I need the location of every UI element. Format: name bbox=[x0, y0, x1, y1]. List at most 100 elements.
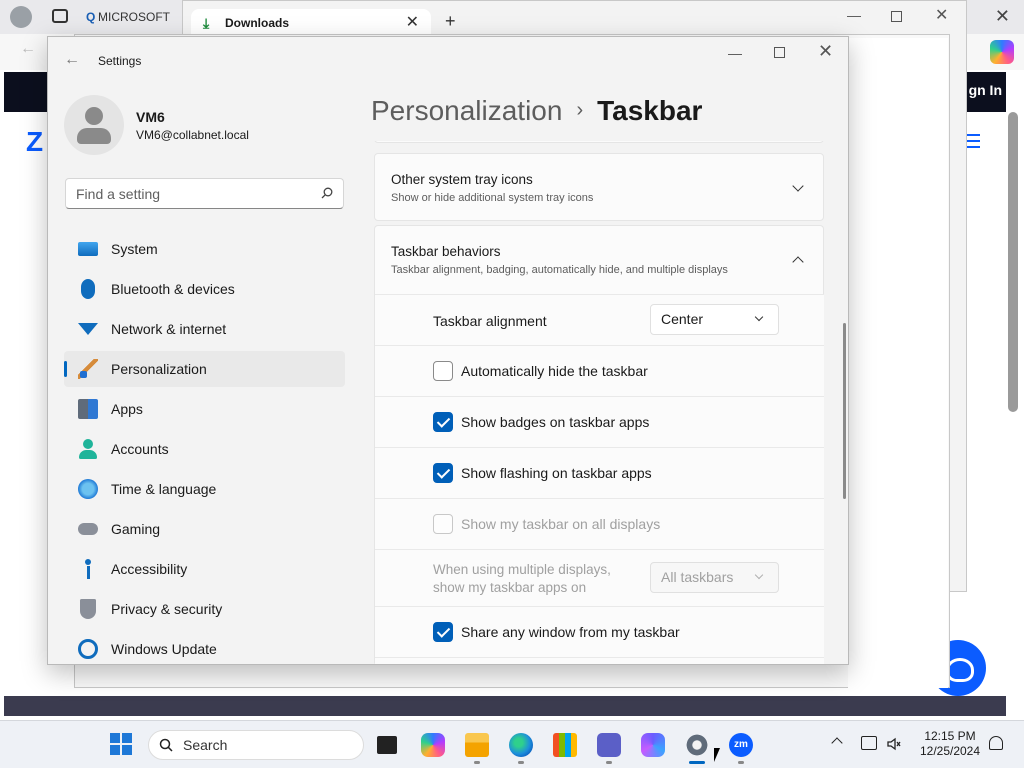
website-footer-bar bbox=[4, 696, 1006, 716]
all-displays-checkbox bbox=[433, 514, 453, 534]
nav-item-label: Accounts bbox=[111, 441, 169, 457]
auto-hide-label[interactable]: Automatically hide the taskbar bbox=[461, 363, 648, 379]
volume-muted-icon[interactable] bbox=[887, 737, 901, 751]
show-badges-checkbox[interactable] bbox=[433, 412, 453, 432]
wifi-icon bbox=[78, 323, 98, 335]
auto-hide-checkbox[interactable] bbox=[433, 361, 453, 381]
badges-row: Show badges on taskbar apps bbox=[375, 396, 824, 447]
profile-avatar[interactable] bbox=[10, 6, 32, 28]
gamepad-icon bbox=[78, 523, 98, 535]
card-description: Taskbar alignment, badging, automaticall… bbox=[391, 264, 728, 276]
multi-display-label-line1: When using multiple displays, bbox=[433, 562, 611, 577]
taskbar-alignment-row: Taskbar alignment Center bbox=[375, 294, 824, 345]
copilot-icon[interactable] bbox=[990, 40, 1014, 64]
all-displays-label: Show my taskbar on all displays bbox=[461, 516, 661, 532]
zoom-icon[interactable]: zm bbox=[729, 733, 753, 757]
tab-actions-icon[interactable] bbox=[52, 9, 68, 23]
minimize-icon[interactable]: — bbox=[847, 7, 861, 23]
windows-logo-icon bbox=[110, 745, 120, 755]
browser-close-icon[interactable]: ✕ bbox=[995, 6, 1010, 27]
card-title: Other system tray icons bbox=[391, 172, 533, 187]
nav-item-bluetooth[interactable]: Bluetooth & devices bbox=[64, 271, 345, 307]
downloads-tab[interactable]: ⤓ Downloads ✕ bbox=[191, 9, 431, 37]
settings-search-input[interactable] bbox=[66, 179, 306, 208]
content-scrollbar[interactable] bbox=[843, 323, 846, 499]
nav-item-label: Personalization bbox=[111, 361, 207, 377]
globe-clock-icon bbox=[78, 479, 98, 499]
nav-item-apps[interactable]: Apps bbox=[64, 391, 345, 427]
tab-close-icon[interactable]: ✕ bbox=[406, 9, 419, 37]
breadcrumb-parent[interactable]: Personalization bbox=[371, 95, 562, 126]
network-icon[interactable] bbox=[861, 736, 877, 750]
nav-item-label: Network & internet bbox=[111, 321, 227, 337]
minimize-icon[interactable]: — bbox=[728, 45, 742, 61]
new-tab-icon[interactable]: + bbox=[445, 11, 456, 32]
person-icon bbox=[78, 439, 98, 459]
secondary-window-content bbox=[848, 38, 948, 688]
taskbar-search-label: Search bbox=[183, 737, 228, 753]
windows-logo-icon bbox=[110, 733, 120, 743]
close-icon[interactable]: ✕ bbox=[818, 41, 833, 62]
task-view-icon[interactable] bbox=[377, 736, 397, 754]
nav-item-label: Bluetooth & devices bbox=[111, 281, 235, 297]
search-icon bbox=[159, 738, 173, 752]
share-window-label[interactable]: Share any window from my taskbar bbox=[461, 624, 680, 640]
copilot-icon[interactable] bbox=[421, 733, 445, 757]
sign-in-link[interactable]: gn In bbox=[969, 82, 1002, 98]
nav-item-gaming[interactable]: Gaming bbox=[64, 511, 345, 547]
chevron-down-icon[interactable] bbox=[792, 180, 804, 192]
browser-tab-title: MICROSOFT bbox=[98, 10, 170, 24]
browser-scrollbar[interactable] bbox=[1008, 112, 1018, 412]
bluetooth-icon bbox=[81, 279, 95, 299]
taskbar-search[interactable]: Search bbox=[148, 730, 364, 760]
show-flashing-label[interactable]: Show flashing on taskbar apps bbox=[461, 465, 652, 481]
store-icon[interactable] bbox=[553, 733, 577, 757]
settings-search-box[interactable] bbox=[65, 178, 344, 209]
taskbar-alignment-dropdown[interactable]: Center bbox=[650, 304, 779, 335]
nav-item-system[interactable]: System bbox=[64, 231, 345, 267]
share-window-checkbox[interactable] bbox=[433, 622, 453, 642]
page-title: Taskbar bbox=[597, 95, 703, 126]
close-icon[interactable]: ✕ bbox=[935, 5, 948, 25]
nav-item-accessibility[interactable]: Accessibility bbox=[64, 551, 345, 587]
nav-item-privacy[interactable]: Privacy & security bbox=[64, 591, 345, 627]
flashing-row: Show flashing on taskbar apps bbox=[375, 447, 824, 498]
search-icon[interactable] bbox=[321, 187, 333, 199]
previous-card bbox=[374, 141, 824, 143]
file-explorer-icon[interactable] bbox=[465, 733, 489, 757]
nav-item-windows-update[interactable]: Windows Update bbox=[64, 631, 345, 664]
start-button[interactable] bbox=[110, 733, 132, 755]
nav-item-accounts[interactable]: Accounts bbox=[64, 431, 345, 467]
nav-item-label: Gaming bbox=[111, 521, 161, 537]
running-indicator bbox=[738, 761, 744, 764]
nav-item-label: Windows Update bbox=[111, 641, 217, 657]
nav-item-network[interactable]: Network & internet bbox=[64, 311, 345, 347]
back-arrow-icon[interactable]: ← bbox=[64, 51, 80, 69]
loop-icon[interactable] bbox=[641, 733, 665, 757]
settings-gear-icon[interactable] bbox=[685, 733, 709, 757]
settings-nav: System Bluetooth & devices Network & int… bbox=[64, 231, 345, 664]
maximize-icon[interactable] bbox=[891, 11, 902, 22]
user-avatar[interactable] bbox=[64, 95, 124, 155]
card-description: Show or hide additional system tray icon… bbox=[391, 192, 594, 204]
notification-bell-icon[interactable] bbox=[989, 736, 1003, 750]
show-flashing-checkbox[interactable] bbox=[433, 463, 453, 483]
taskbar-behaviors-header[interactable]: Taskbar behaviors Taskbar alignment, bad… bbox=[375, 226, 824, 294]
tray-icons-card[interactable]: Other system tray icons Show or hide add… bbox=[374, 153, 824, 221]
edge-icon[interactable] bbox=[509, 733, 533, 757]
nav-item-label: Privacy & security bbox=[111, 601, 223, 617]
browser-back-icon[interactable]: ← bbox=[20, 40, 36, 58]
chevron-down-icon bbox=[754, 570, 764, 580]
auto-hide-row: Automatically hide the taskbar bbox=[375, 345, 824, 396]
running-indicator bbox=[518, 761, 524, 764]
teams-icon[interactable] bbox=[597, 733, 621, 757]
breadcrumb: Personalization › Taskbar bbox=[371, 95, 702, 127]
apps-icon bbox=[78, 399, 98, 419]
chevron-up-icon[interactable] bbox=[792, 256, 804, 268]
browser-tab[interactable]: Q MICROSOFT bbox=[86, 4, 184, 30]
nav-item-personalization[interactable]: Personalization bbox=[64, 351, 345, 387]
nav-item-time-language[interactable]: Time & language bbox=[64, 471, 345, 507]
maximize-icon[interactable] bbox=[774, 47, 785, 58]
show-badges-label[interactable]: Show badges on taskbar apps bbox=[461, 414, 649, 430]
taskbar-clock[interactable]: 12:15 PM 12/25/2024 bbox=[914, 729, 986, 759]
